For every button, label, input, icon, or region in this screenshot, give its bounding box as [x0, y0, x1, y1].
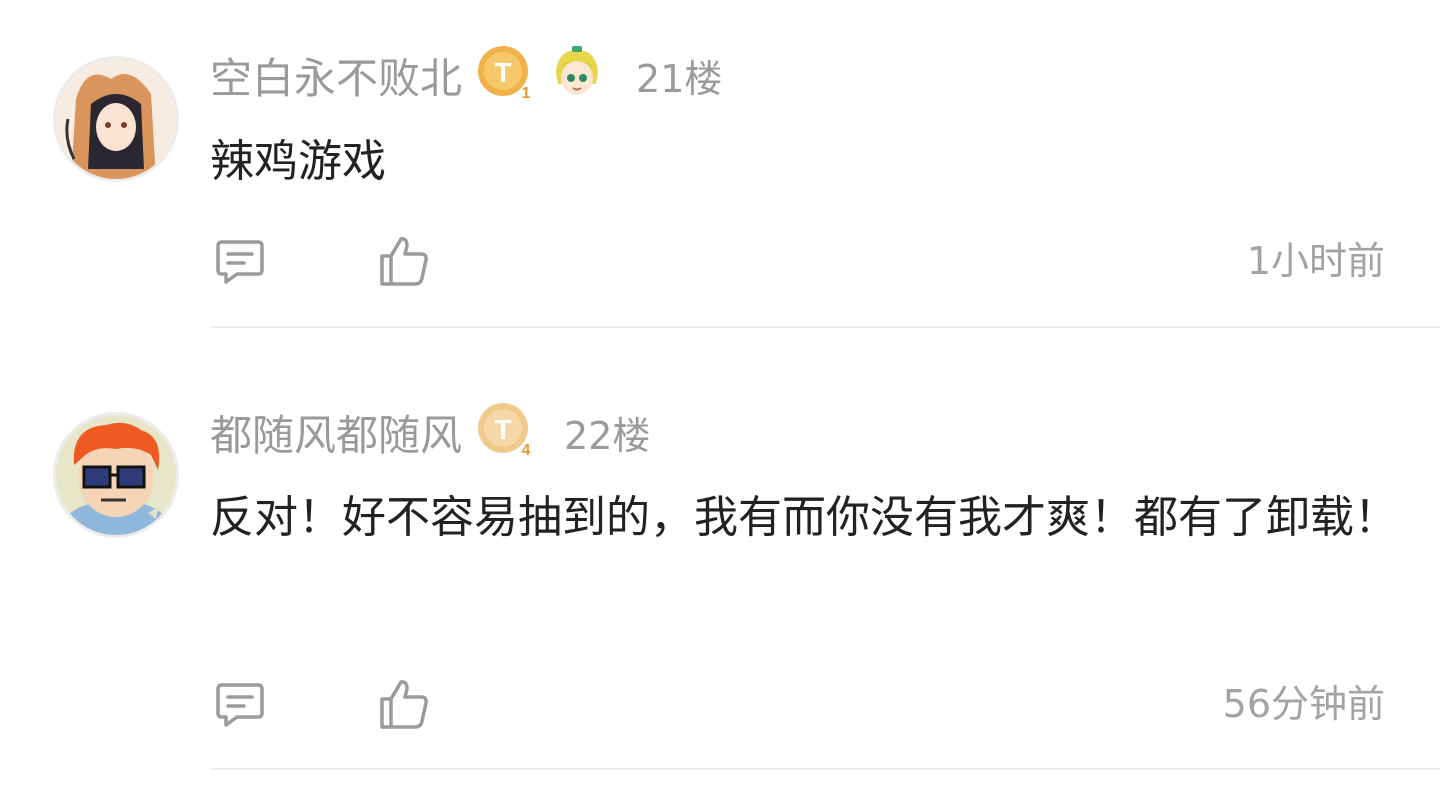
svg-text:T: T — [494, 414, 511, 445]
svg-text:4: 4 — [522, 442, 531, 459]
level-badge-icon: T 4 — [476, 401, 534, 463]
username[interactable]: 都随风都随风 — [210, 402, 462, 463]
comment-item: 都随风都随风 T 4 22楼 反对！好不容易抽到的，我有而你没有我才爽！都有了卸… — [0, 0, 1440, 800]
comment-icon[interactable] — [210, 674, 270, 734]
comment-header: 都随风都随风 T 4 22楼 — [210, 402, 650, 462]
comment-text: 反对！好不容易抽到的，我有而你没有我才爽！都有了卸载！ — [210, 492, 1398, 543]
avatar[interactable] — [53, 412, 179, 538]
timestamp: 56分钟前 — [1222, 682, 1385, 726]
divider — [210, 768, 1440, 770]
thumbs-up-icon[interactable] — [374, 674, 434, 734]
comment-actions: 56分钟前 — [210, 674, 1385, 734]
floor-number: 22楼 — [564, 413, 651, 458]
